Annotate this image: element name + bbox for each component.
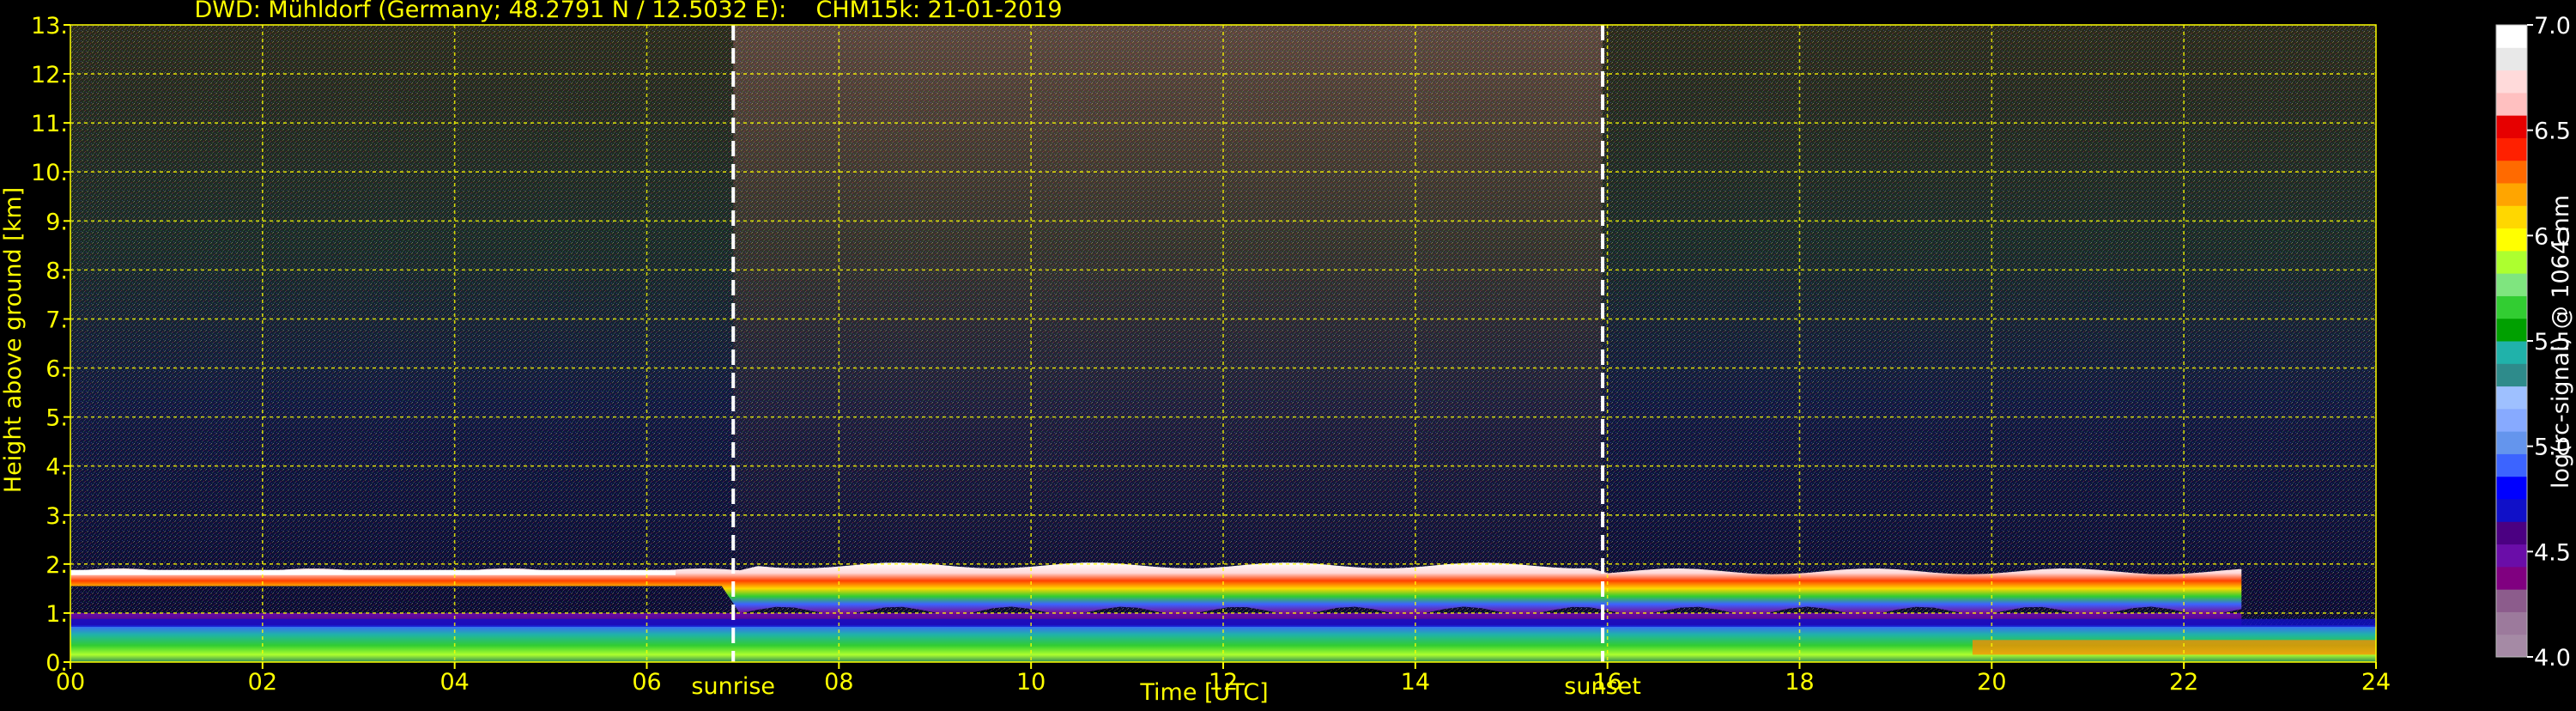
y-tick-label: 2. [45, 552, 68, 579]
colorbar-segment [2496, 115, 2527, 138]
colorbar-segment [2496, 566, 2527, 590]
colorbar-tick-label: 4.5 [2534, 539, 2571, 566]
y-tick-label: 5. [45, 405, 68, 432]
x-axis-label: Time [UTC] [1139, 679, 1268, 706]
colorbar-segment [2496, 341, 2527, 364]
x-tick-label: 22 [2169, 669, 2198, 696]
colorbar-segment [2496, 544, 2527, 568]
colorbar-segment [2496, 431, 2527, 454]
cloud-top-line [70, 569, 676, 575]
colorbar-segment [2496, 295, 2527, 319]
colorbar-segment [2496, 476, 2527, 500]
y-tick-label: 11. [31, 111, 68, 137]
x-tick-label: 04 [439, 669, 469, 696]
y-tick-label: 6. [45, 356, 68, 383]
colorbar-segment [2496, 273, 2527, 296]
colorbar-tick-label: 7.0 [2534, 13, 2571, 40]
colorbar-segment [2496, 363, 2527, 387]
colorbar-segment [2496, 228, 2527, 252]
marker-label-sunrise: sunrise [691, 673, 775, 700]
y-tick-label: 7. [45, 307, 68, 333]
x-tick-label: 06 [632, 669, 661, 696]
ceilometer-chart: sunrise sunset 00 02 04 06 08 10 12 14 16 18 20 22 24… [0, 0, 2576, 708]
y-tick-label: 0. [45, 650, 68, 677]
colorbar-segment [2496, 611, 2527, 635]
x-tick-label: 08 [824, 669, 853, 696]
x-tick-label: 10 [1016, 669, 1046, 696]
y-tick-label: 9. [45, 209, 68, 235]
y-tick-label: 1. [45, 601, 68, 628]
y-tick-label: 3. [45, 503, 68, 530]
colorbar-segment [2496, 589, 2527, 612]
colorbar-segment [2496, 160, 2527, 184]
colorbar-tick-label: 6.5 [2534, 118, 2571, 145]
y-tick-label: 4. [45, 454, 68, 481]
colorbar-segment [2496, 25, 2527, 48]
colorbar-segment [2496, 137, 2527, 161]
colorbar-segment [2496, 70, 2527, 94]
colorbar-segment [2496, 183, 2527, 206]
y-tick-label: 8. [45, 258, 68, 284]
y-tick-label: 13. [31, 13, 68, 40]
y-tick-label: 10. [31, 160, 68, 186]
colorbar-segment [2496, 205, 2527, 229]
colorbar-segment [2496, 499, 2527, 522]
colorbar-segment [2496, 453, 2527, 477]
colorbar-segment [2496, 318, 2527, 342]
chart-title: DWD: Mühldorf (Germany; 48.2791 N / 12.5… [194, 0, 1062, 23]
colorbar-segment [2496, 521, 2527, 545]
boundary-layer-peak [1972, 640, 2376, 655]
x-tick-label: 14 [1401, 669, 1430, 696]
colorbar-label: log(rc-signal) @ 1064 nm [2548, 195, 2574, 489]
colorbar-tick-label: 4.0 [2534, 645, 2571, 672]
y-axis-label: Height above ground [km] [0, 187, 27, 493]
x-tick-label: 18 [1785, 669, 1814, 696]
colorbar-segment [2496, 408, 2527, 432]
colorbar-segment [2496, 386, 2527, 410]
y-tick-label: 12. [31, 62, 68, 88]
x-tick-label: 24 [2361, 669, 2391, 696]
x-tick-label: 02 [248, 669, 277, 696]
x-tick-label: 16 [1592, 669, 1621, 696]
colorbar-segment [2496, 250, 2527, 274]
colorbar-segment [2496, 92, 2527, 116]
x-tick-label: 20 [1977, 669, 2006, 696]
colorbar-segment [2496, 47, 2527, 71]
colorbar-segment [2496, 634, 2527, 658]
chart-svg: sunrise sunset 00 02 04 06 08 10 12 14 16 18 20 22 24… [0, 0, 2574, 706]
